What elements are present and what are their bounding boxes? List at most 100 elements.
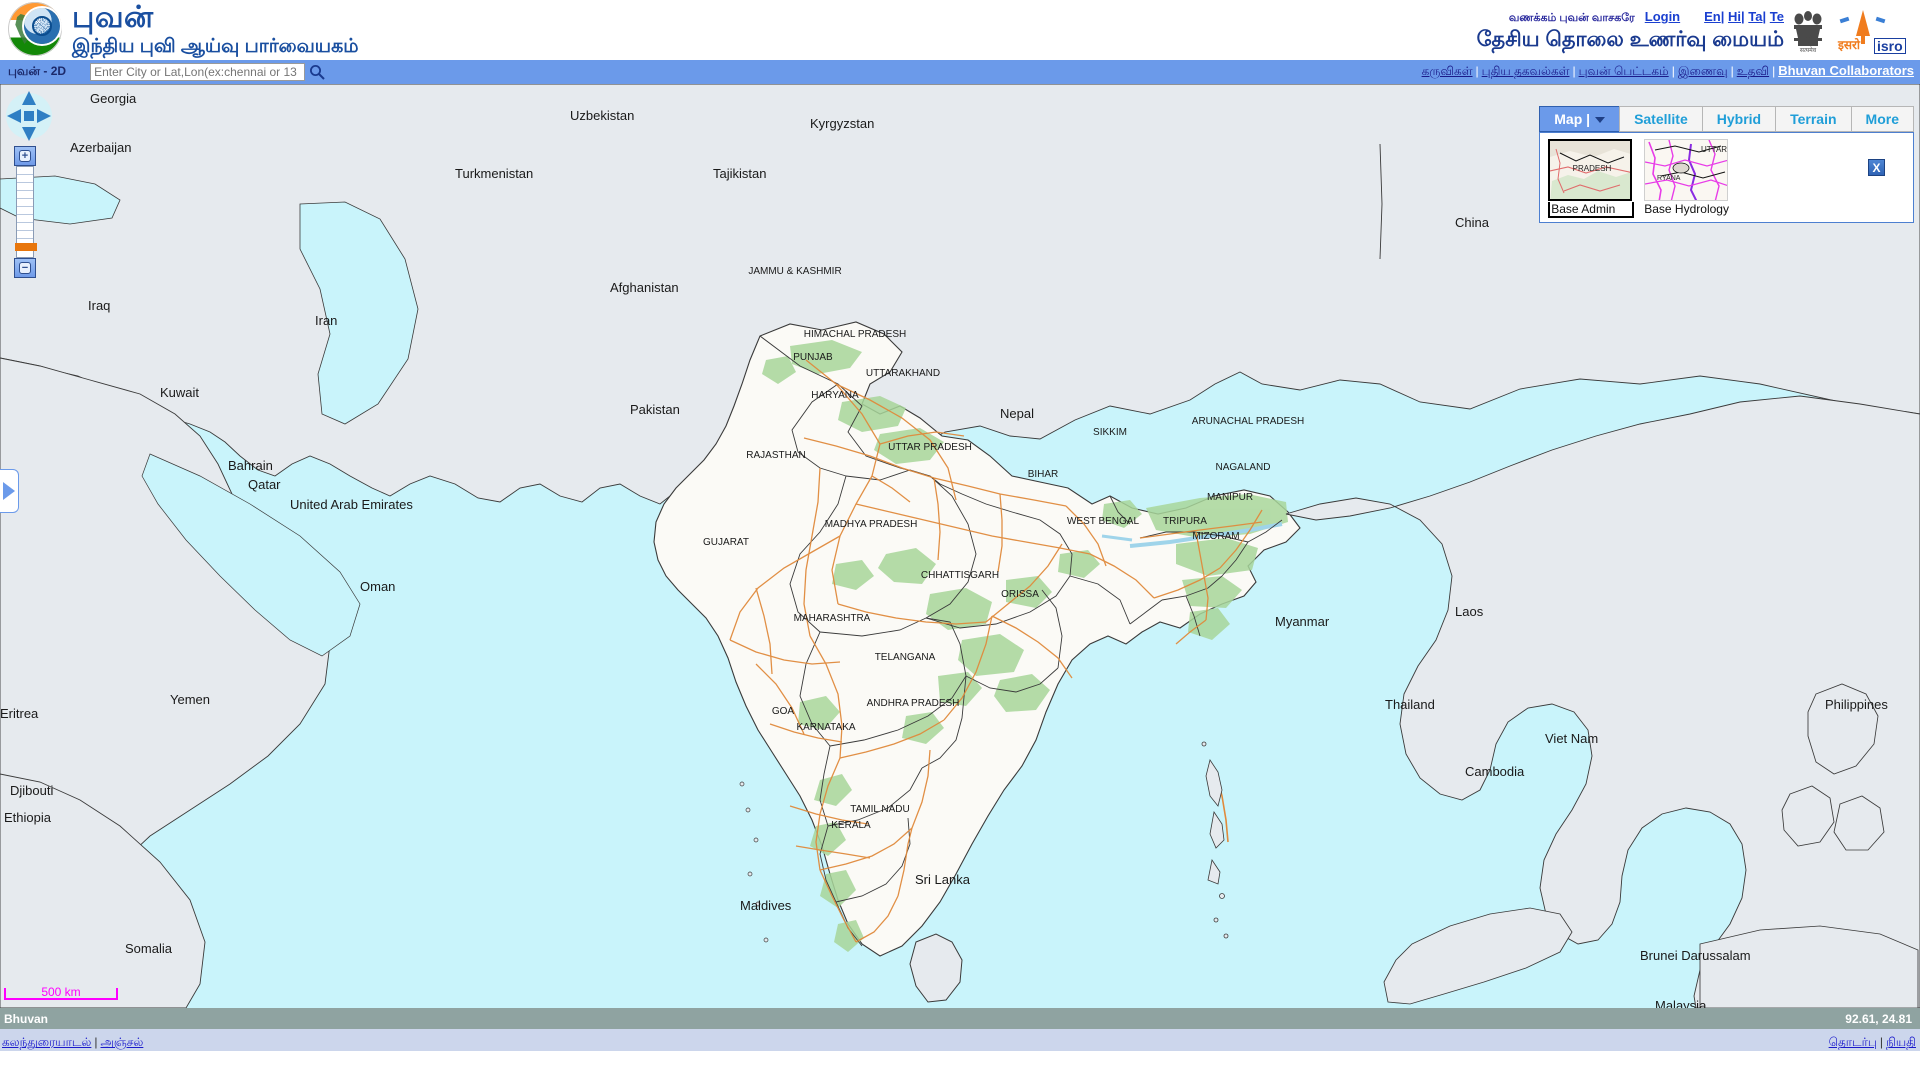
basemap-options-panel: PRADESH Base Admin UTTAR RYANA Base Hydr… xyxy=(1539,132,1914,223)
lang-separator: | xyxy=(1720,9,1725,24)
toolbar-link-bhuvanstore[interactable]: புவன் பெட்டகம் xyxy=(1579,64,1669,78)
footer-link-contact[interactable]: தொடர்பு xyxy=(1829,1035,1877,1049)
header-right-block: வணக்கம் புவன் வாசகரே Login En| Hi| Ta| T… xyxy=(1477,4,1914,54)
toolbar-links: கருவிகள் | புதிய தகவல்கள் | புவன் பெட்டகம் | இ… xyxy=(1422,63,1914,80)
svg-text:Viet Nam: Viet Nam xyxy=(1545,731,1598,746)
ashoka-emblem-icon: सत्यमेव xyxy=(1788,8,1828,54)
chevron-down-icon xyxy=(1595,117,1606,124)
lang-link-ta[interactable]: Ta xyxy=(1748,9,1762,24)
svg-text:PUNJAB: PUNJAB xyxy=(793,352,833,363)
svg-text:Eritrea: Eritrea xyxy=(0,706,39,721)
lang-link-te[interactable]: Te xyxy=(1770,9,1784,24)
svg-text:UTTAR PRADESH: UTTAR PRADESH xyxy=(888,442,972,453)
login-link[interactable]: Login xyxy=(1645,9,1680,24)
footer-separator: | xyxy=(1879,1035,1883,1049)
svg-text:Philippines: Philippines xyxy=(1825,697,1888,712)
svg-text:Oman: Oman xyxy=(360,579,395,594)
basemap-option-base-admin[interactable]: PRADESH Base Admin xyxy=(1548,139,1635,218)
svg-text:MAHARASHTRA: MAHARASHTRA xyxy=(794,613,871,624)
svg-text:KARNATAKA: KARNATAKA xyxy=(796,722,855,733)
zoom-out-button[interactable]: − xyxy=(14,258,36,278)
footer-link-discussion[interactable]: கலந்துரையாடல் xyxy=(2,1035,91,1049)
zoom-slider-track[interactable] xyxy=(15,166,37,258)
svg-text:Qatar: Qatar xyxy=(248,477,281,492)
app-mode-label: புவன் - 2D xyxy=(8,64,67,78)
svg-text:China: China xyxy=(1455,215,1490,230)
svg-text:HARYANA: HARYANA xyxy=(811,390,859,401)
status-bar: Bhuvan 92.61, 24.81 xyxy=(0,1008,1920,1029)
svg-text:Turkmenistan: Turkmenistan xyxy=(455,166,533,181)
toolbar-separator: | xyxy=(1572,64,1576,78)
tab-more[interactable]: More xyxy=(1850,106,1914,132)
svg-text:Uzbekistan: Uzbekistan xyxy=(570,108,634,123)
toolbar-separator: | xyxy=(1730,64,1734,78)
svg-text:MADHYA PRADESH: MADHYA PRADESH xyxy=(825,519,918,530)
zoom-in-button[interactable]: + xyxy=(14,146,36,166)
svg-text:ORISSA: ORISSA xyxy=(1001,589,1039,600)
svg-text:WEST BENGAL: WEST BENGAL xyxy=(1067,516,1139,527)
expand-panel-triangle xyxy=(3,482,15,500)
search-box xyxy=(90,63,325,81)
svg-text:GOA: GOA xyxy=(772,706,795,717)
svg-text:Ethiopia: Ethiopia xyxy=(4,810,52,825)
zoom-control: + − xyxy=(14,146,37,278)
tab-terrain[interactable]: Terrain xyxy=(1775,106,1851,132)
toolbar-separator: | xyxy=(1475,64,1479,78)
svg-text:UTTARAKHAND: UTTARAKHAND xyxy=(866,368,940,379)
basemap-option-base-hydrology[interactable]: UTTAR RYANA Base Hydrology xyxy=(1644,139,1730,216)
svg-text:Afghanistan: Afghanistan xyxy=(610,280,679,295)
svg-text:Bahrain: Bahrain xyxy=(228,458,273,473)
logo-chakra-icon xyxy=(32,16,52,36)
footer-right-links: தொடர்பு | நியதி xyxy=(1829,1033,1916,1051)
zoom-tick xyxy=(17,199,33,207)
tab-map[interactable]: Map | xyxy=(1539,106,1620,132)
zoom-out-label: − xyxy=(19,262,31,274)
lang-separator: | xyxy=(1762,9,1767,24)
toolbar-link-tools[interactable]: கருவிகள் xyxy=(1422,64,1473,78)
toolbar-link-collaborators[interactable]: Bhuvan Collaborators xyxy=(1778,63,1914,78)
svg-text:JAMMU & KASHMIR: JAMMU & KASHMIR xyxy=(748,266,841,277)
page-subtitle: இந்திய புவி ஆய்வு பார்வையகம் xyxy=(72,36,359,57)
tab-hybrid[interactable]: Hybrid xyxy=(1701,106,1776,132)
toolbar-link-help[interactable]: உதவி xyxy=(1737,64,1769,78)
toolbar-link-whatsnew[interactable]: புதிய தகவல்கள் xyxy=(1482,64,1570,78)
svg-text:TRIPURA: TRIPURA xyxy=(1163,516,1207,527)
svg-text:Kuwait: Kuwait xyxy=(160,385,199,400)
header-top-row: வணக்கம் புவன் வாசகரே Login En| Hi| Ta| T… xyxy=(1477,9,1784,26)
footer-link-terms[interactable]: நியதி xyxy=(1886,1035,1916,1049)
below-footer-area xyxy=(0,1051,1920,1080)
toolbar-separator: | xyxy=(1671,64,1675,78)
svg-text:RYANA: RYANA xyxy=(1657,175,1681,182)
svg-text:Laos: Laos xyxy=(1455,604,1484,619)
pan-arrows-icon[interactable] xyxy=(6,90,52,142)
base-admin-label: Base Admin xyxy=(1548,202,1635,218)
page-footer: கலந்துரையாடல் | அஞ்சல் தொடர்பு | நியதி xyxy=(0,1029,1920,1051)
map-canvas[interactable]: Georgia Azerbaijan Turkmenistan Uzbekist… xyxy=(0,84,1920,1008)
search-icon[interactable] xyxy=(309,64,325,80)
expand-panel-icon[interactable] xyxy=(0,469,19,513)
zoom-tick xyxy=(17,167,33,175)
close-icon[interactable]: X xyxy=(1868,159,1885,176)
tab-satellite[interactable]: Satellite xyxy=(1619,106,1702,132)
base-admin-thumbnail: PRADESH xyxy=(1548,139,1633,201)
footer-link-mail[interactable]: அஞ்சல் xyxy=(101,1035,144,1049)
svg-text:ARUNACHAL PRADESH: ARUNACHAL PRADESH xyxy=(1192,416,1304,427)
svg-text:Azerbaijan: Azerbaijan xyxy=(70,140,131,155)
svg-text:KERALA: KERALA xyxy=(831,820,871,831)
language-switcher: En| Hi| Ta| Te xyxy=(1704,9,1784,24)
svg-text:Kyrgyzstan: Kyrgyzstan xyxy=(810,116,874,131)
svg-text:Maldives: Maldives xyxy=(740,898,792,913)
lang-link-en[interactable]: En xyxy=(1704,9,1721,24)
main-toolbar: புவன் - 2D கருவிகள்|புதிய தகவல்கள்|புவன்… xyxy=(0,60,1920,84)
search-input[interactable] xyxy=(90,63,306,81)
svg-text:RAJASTHAN: RAJASTHAN xyxy=(746,450,805,461)
zoom-tick xyxy=(17,183,33,191)
lang-link-hi[interactable]: Hi xyxy=(1728,9,1741,24)
layer-switcher: Map | Satellite Hybrid Terrain More PRAD… xyxy=(1539,106,1914,223)
isro-english-text: isro xyxy=(1874,38,1906,54)
svg-text:Georgia: Georgia xyxy=(90,91,137,106)
zoom-tick xyxy=(17,207,33,215)
zoom-tick xyxy=(17,231,33,239)
zoom-slider-handle[interactable] xyxy=(15,243,37,251)
toolbar-link-links[interactable]: இணைவு xyxy=(1678,64,1728,78)
